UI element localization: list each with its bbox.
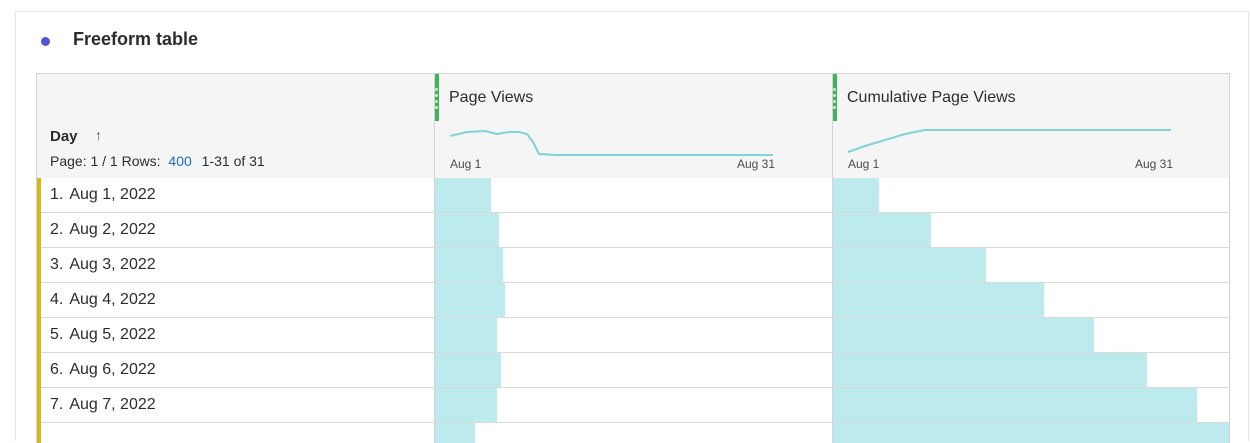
table-row[interactable]: 1. Aug 1, 2022	[37, 178, 1229, 213]
dimension-header-row: Day ↑ Page: 1 / 1 Rows: 400 1-31 of 31 A…	[37, 122, 1229, 179]
row-day-label[interactable]: 4. Aug 4, 2022	[50, 291, 156, 309]
table-row[interactable]: 4. Aug 4, 2022	[37, 283, 1229, 318]
drag-grip-icon	[435, 88, 438, 112]
row-number: 1.	[50, 186, 64, 203]
row-day: Aug 7, 2022	[69, 396, 156, 413]
sparkline-start-label: Aug 1	[450, 157, 482, 171]
cumulative-page-views-bar	[833, 423, 1229, 443]
cumulative-page-views-bar	[833, 213, 931, 247]
row-marker	[37, 178, 41, 213]
row-day-label[interactable]: 3. Aug 3, 2022	[50, 256, 156, 274]
row-day: Aug 3, 2022	[69, 256, 156, 273]
row-marker	[37, 283, 41, 318]
page-indicator: Page: 1 / 1	[50, 153, 118, 169]
panel-dot-icon	[41, 37, 50, 46]
row-day: Aug 2, 2022	[69, 221, 156, 238]
row-marker	[37, 423, 41, 443]
table-row[interactable]: 7. Aug 7, 2022	[37, 388, 1229, 423]
row-marker	[37, 248, 41, 283]
cumulative-page-views-bar	[833, 318, 1094, 352]
cumulative-page-views-bar	[833, 283, 1044, 317]
row-day-label[interactable]: 1. Aug 1, 2022	[50, 186, 156, 204]
range-indicator: 1-31 of 31	[201, 153, 265, 169]
row-number: 7.	[50, 396, 64, 413]
metric-header-page-views[interactable]: Page Views	[449, 89, 533, 107]
row-day-label[interactable]: 7. Aug 7, 2022	[50, 396, 156, 414]
page-views-bar	[435, 178, 491, 212]
row-day: Aug 6, 2022	[69, 361, 156, 378]
rows-label: Rows:	[121, 153, 161, 169]
table-row[interactable]	[37, 423, 1229, 443]
row-marker	[37, 213, 41, 248]
page-views-bar	[435, 283, 505, 317]
column-divider	[832, 74, 833, 443]
row-day: Aug 5, 2022	[69, 326, 156, 343]
row-marker	[37, 353, 41, 388]
sparkline-start-label: Aug 1	[848, 157, 880, 171]
row-number: 3.	[50, 256, 64, 273]
page-views-bar	[435, 213, 499, 247]
sparkline-end-label: Aug 31	[1135, 157, 1174, 171]
sparkline-end-label: Aug 31	[737, 157, 776, 171]
page-views-bar	[435, 388, 497, 422]
row-day: Aug 1, 2022	[69, 186, 156, 203]
cumulative-page-views-bar	[833, 178, 879, 212]
table-row[interactable]: 5. Aug 5, 2022	[37, 318, 1229, 353]
rows-per-page-link[interactable]: 400	[168, 153, 191, 169]
row-number: 4.	[50, 291, 64, 308]
row-day: Aug 4, 2022	[69, 291, 156, 308]
row-number: 5.	[50, 326, 64, 343]
page-views-bar	[435, 248, 503, 282]
row-day-label[interactable]	[50, 431, 56, 443]
paging-info: Page: 1 / 1 Rows: 400 1-31 of 31	[50, 153, 265, 169]
metric-header-cumulative-page-views[interactable]: Cumulative Page Views	[847, 89, 1016, 107]
page-views-bar	[435, 353, 501, 387]
sort-ascending-icon[interactable]: ↑	[95, 127, 102, 143]
table-row[interactable]: 6. Aug 6, 2022	[37, 353, 1229, 388]
cumulative-page-views-bar	[833, 248, 986, 282]
cumulative-page-views-bar	[833, 388, 1197, 422]
page-views-bar	[435, 423, 475, 443]
table-row[interactable]: 2. Aug 2, 2022	[37, 213, 1229, 248]
page-views-bar	[435, 318, 497, 352]
freeform-table-panel: Freeform table Page Views Cumulative Pag…	[15, 11, 1249, 443]
freeform-table: Page Views Cumulative Page Views Day ↑ P…	[36, 73, 1230, 443]
row-marker	[37, 388, 41, 423]
row-marker	[37, 318, 41, 353]
row-number: 2.	[50, 221, 64, 238]
panel-header: Freeform table	[16, 12, 1248, 72]
sparkline-cumulative-page-views	[847, 129, 1171, 153]
row-day-label[interactable]: 6. Aug 6, 2022	[50, 361, 156, 379]
column-divider	[434, 74, 435, 443]
row-day-label[interactable]: 5. Aug 5, 2022	[50, 326, 156, 344]
panel-title[interactable]: Freeform table	[73, 29, 198, 50]
cumulative-page-views-bar	[833, 353, 1147, 387]
sparkline-page-views	[449, 129, 773, 156]
row-number: 6.	[50, 361, 64, 378]
drag-grip-icon	[833, 88, 836, 112]
row-day-label[interactable]: 2. Aug 2, 2022	[50, 221, 156, 239]
table-row[interactable]: 3. Aug 3, 2022	[37, 248, 1229, 283]
metric-header-row: Page Views Cumulative Page Views	[37, 74, 1229, 123]
dimension-header-day[interactable]: Day	[50, 128, 78, 145]
